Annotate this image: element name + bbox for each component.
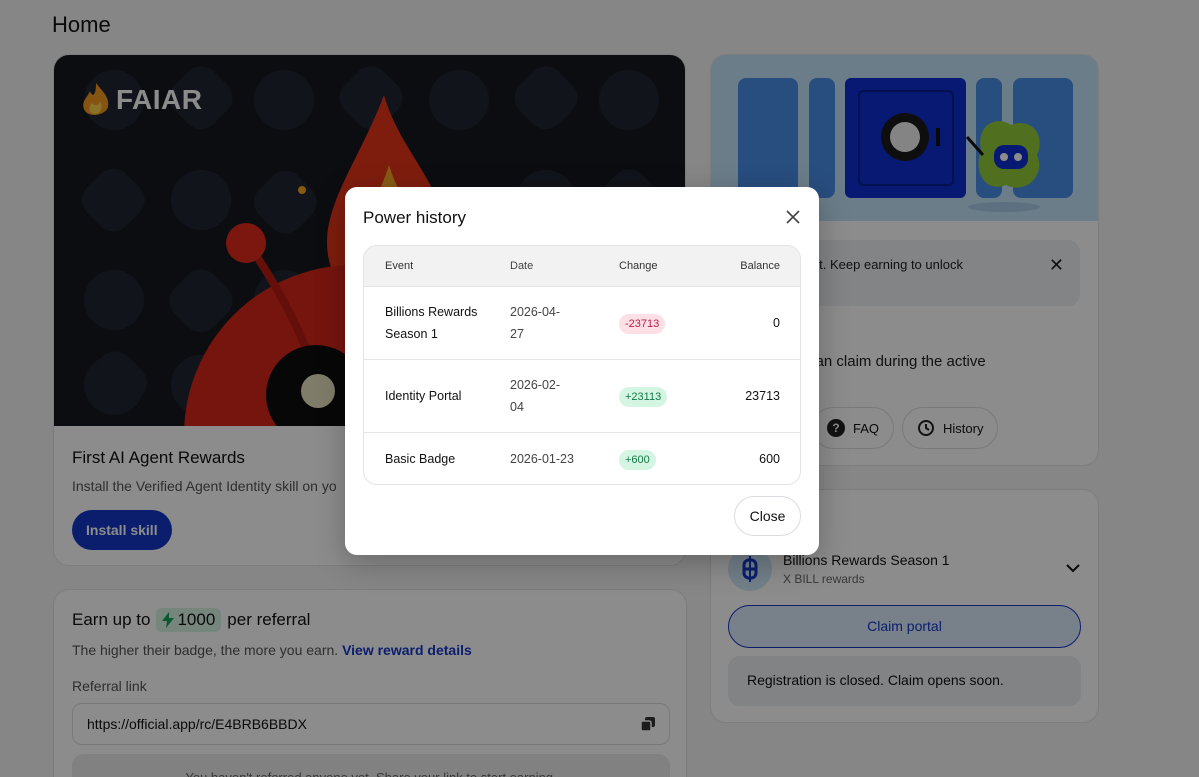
table-row: Basic Badge 2026-01-23 +600 600 [364, 431, 800, 484]
col-date: Date [510, 259, 534, 272]
table-header: Event Date Change Balance [364, 246, 800, 286]
row-change: -23713 [619, 285, 707, 359]
row-event: Identity Portal [364, 358, 510, 432]
change-badge: +600 [619, 449, 656, 470]
row-balance: 23713 [707, 358, 800, 432]
history-table: Event Date Change Balance Billions Rewar… [363, 245, 801, 485]
col-balance: Balance [740, 259, 780, 272]
row-date: 2026-04- 27 [510, 285, 619, 359]
change-badge: -23713 [619, 313, 666, 334]
row-date: 2026-01-23 [510, 431, 619, 484]
modal-title: Power history [363, 208, 466, 227]
col-event: Event [385, 259, 414, 272]
close-icon[interactable] [785, 209, 801, 225]
row-balance: 600 [707, 431, 800, 484]
table-row: Identity Portal 2026-02- 04 +23113 23713 [364, 358, 800, 432]
close-button[interactable]: Close [734, 496, 801, 536]
row-balance: 0 [707, 285, 800, 359]
row-date: 2026-02- 04 [510, 358, 619, 432]
row-change: +23113 [619, 358, 707, 432]
row-event: Billions Rewards Season 1 [364, 285, 510, 359]
power-history-modal: Power history Event Date Change Balance … [345, 187, 819, 555]
change-badge: +23113 [619, 386, 668, 407]
table-row: Billions Rewards Season 1 2026-04- 27 -237… [364, 285, 800, 359]
row-change: +600 [619, 431, 707, 484]
col-change: Change [619, 259, 658, 272]
row-event: Basic Badge [364, 431, 510, 484]
